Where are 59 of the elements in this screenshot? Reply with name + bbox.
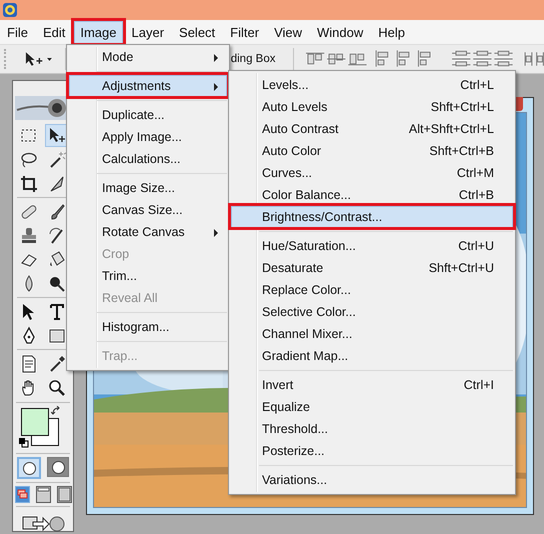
menu-item[interactable]: Brightness/Contrast...	[231, 206, 513, 228]
menu-bar-item[interactable]: Filter	[224, 20, 266, 44]
menu-item[interactable]: Calculations...	[69, 148, 227, 170]
shortcut-text: Shft+Ctrl+L	[430, 100, 494, 114]
menu-bar-item[interactable]: File	[1, 20, 34, 44]
submenu-arrow-icon	[214, 229, 218, 237]
menu-item[interactable]: Auto Contrast Alt+Shft+Ctrl+L	[231, 118, 513, 140]
move-tool-icon[interactable]	[24, 50, 53, 68]
menu-item[interactable]: Replace Color...	[231, 279, 513, 301]
menu-item[interactable]: Color Balance... Ctrl+B	[231, 184, 513, 206]
menu-item[interactable]: Image Size...	[69, 177, 227, 199]
menu-item[interactable]: Histogram...	[69, 316, 227, 338]
standard-mode-button[interactable]	[17, 457, 41, 479]
menu-item[interactable]: Adjustments	[69, 75, 227, 97]
menu-item[interactable]: Mode	[69, 46, 227, 68]
menu-item[interactable]: Invert Ctrl+I	[231, 374, 513, 396]
color-swatches[interactable]	[21, 408, 59, 446]
screen-mode-button[interactable]	[56, 486, 72, 503]
menu-item[interactable]: Auto Color Shft+Ctrl+B	[231, 140, 513, 162]
menu-item[interactable]: Posterize...	[231, 440, 513, 462]
menu-bar-item[interactable]: Select	[173, 20, 222, 44]
menu-item[interactable]: Canvas Size...	[69, 199, 227, 221]
shortcut-text: Ctrl+M	[456, 166, 494, 180]
menu-item[interactable]: Duplicate...	[69, 104, 227, 126]
menu-item[interactable]: Apply Image...	[69, 126, 227, 148]
menu-item[interactable]: Desaturate Shft+Ctrl+U	[231, 257, 513, 279]
shortcut-text: Ctrl+I	[464, 378, 494, 392]
shortcut-text: Ctrl+L	[460, 78, 494, 92]
menu-item[interactable]: Selective Color...	[231, 301, 513, 323]
shortcut-text: Shft+Ctrl+U	[428, 261, 494, 275]
menu-bar-item[interactable]: View	[268, 20, 308, 44]
menu-item[interactable]: Rotate Canvas	[69, 221, 227, 243]
submenu-arrow-icon	[214, 54, 218, 62]
menu-item[interactable]: Variations...	[231, 469, 513, 491]
option-label: ding Box	[230, 53, 276, 65]
swap-icon[interactable]	[51, 406, 61, 416]
app-icon	[2, 2, 18, 18]
menu-bar-item[interactable]: Layer	[126, 20, 170, 44]
menu-item[interactable]: Levels... Ctrl+L	[231, 74, 513, 96]
menu-bar-item[interactable]: Window	[311, 20, 370, 44]
shortcut-text: Alt+Shft+Ctrl+L	[408, 122, 494, 136]
shortcut-text: Ctrl+B	[458, 188, 494, 202]
default-colors-icon[interactable]	[19, 438, 29, 448]
screen-mode-button[interactable]	[14, 486, 30, 503]
menu-item[interactable]: Trim...	[69, 265, 227, 287]
screen-mode-button[interactable]	[36, 486, 50, 503]
menu-item[interactable]: Channel Mixer...	[231, 323, 513, 345]
menu-item[interactable]: Auto Levels Shft+Ctrl+L	[231, 96, 513, 118]
menu-item[interactable]: Threshold...	[231, 418, 513, 440]
quick-mask-button[interactable]	[47, 457, 69, 477]
shortcut-text: Ctrl+U	[458, 239, 494, 253]
menu-item[interactable]: Hue/Saturation... Ctrl+U	[231, 235, 513, 257]
menu-item[interactable]: Curves... Ctrl+M	[231, 162, 513, 184]
menu-bar-item[interactable]: Edit	[36, 20, 72, 44]
menu-item[interactable]: Equalize	[231, 396, 513, 418]
shortcut-text: Shft+Ctrl+B	[429, 144, 494, 158]
submenu-arrow-icon	[214, 83, 218, 91]
menu-bar-item[interactable]: Help	[372, 20, 412, 44]
menu-item[interactable]: Gradient Map...	[231, 345, 513, 367]
